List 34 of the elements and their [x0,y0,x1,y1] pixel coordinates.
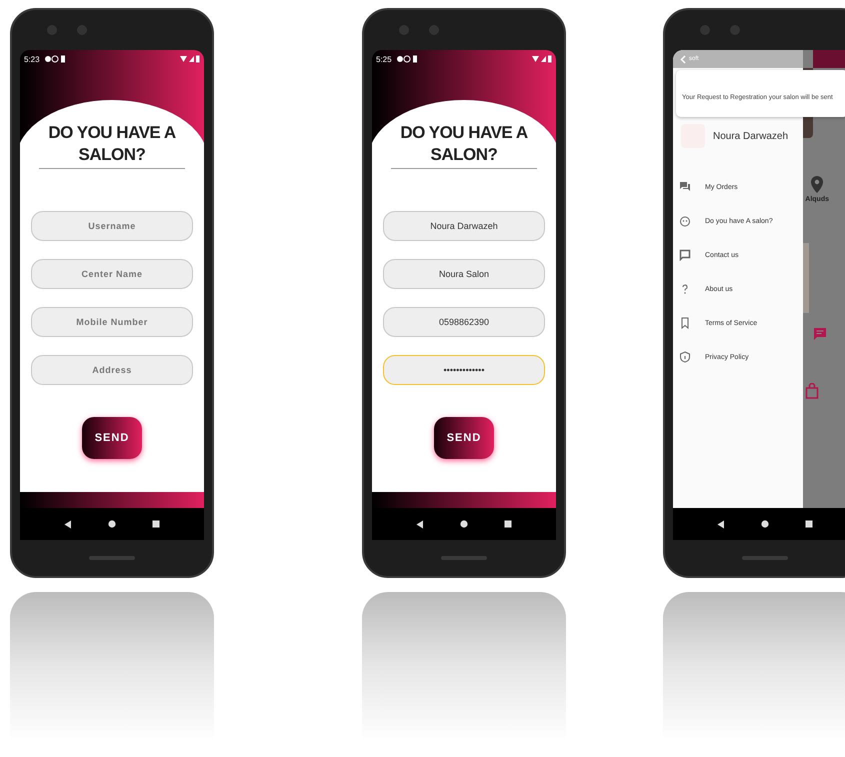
input-field[interactable]: ••••••••••••• [383,355,545,386]
recents-icon[interactable] [152,520,160,528]
status-time: 5:25 [376,54,392,64]
profile-name: Noura Darwazeh [713,130,788,142]
input-field[interactable]: Center Name [31,259,193,290]
status-time: 5:23 [24,54,40,64]
home-icon[interactable] [460,520,468,528]
input-field[interactable]: Noura Salon [383,259,545,290]
face-icon [679,215,691,227]
bookmark-icon [679,317,691,329]
form-title: DO YOU HAVE A SALON? [399,122,529,166]
back-icon[interactable] [717,520,725,528]
input-field[interactable]: Noura Darwazeh [383,211,545,242]
status-icons [44,55,67,63]
back-icon[interactable] [64,520,72,528]
form-title: DO YOU HAVE A SALON? [47,122,177,166]
input-field[interactable]: Mobile Number [31,307,193,338]
signal-battery-icon [532,55,552,63]
recents-icon[interactable] [805,520,813,528]
send-button[interactable]: SEND [82,417,142,460]
back-icon[interactable] [416,520,424,528]
status-icons [396,55,419,63]
message-icon [679,249,691,261]
input-field[interactable]: 0598862390 [383,307,545,338]
input-field[interactable]: Address [31,355,193,386]
shield-icon [679,351,691,363]
status-bar-background [813,50,845,68]
home-icon[interactable] [108,520,116,528]
signal-battery-icon [180,55,200,63]
input-field[interactable]: Username [31,211,193,242]
home-icon[interactable] [761,520,769,528]
recents-icon[interactable] [504,520,512,528]
send-button[interactable]: SEND [434,417,494,460]
chat-icon [679,181,691,193]
